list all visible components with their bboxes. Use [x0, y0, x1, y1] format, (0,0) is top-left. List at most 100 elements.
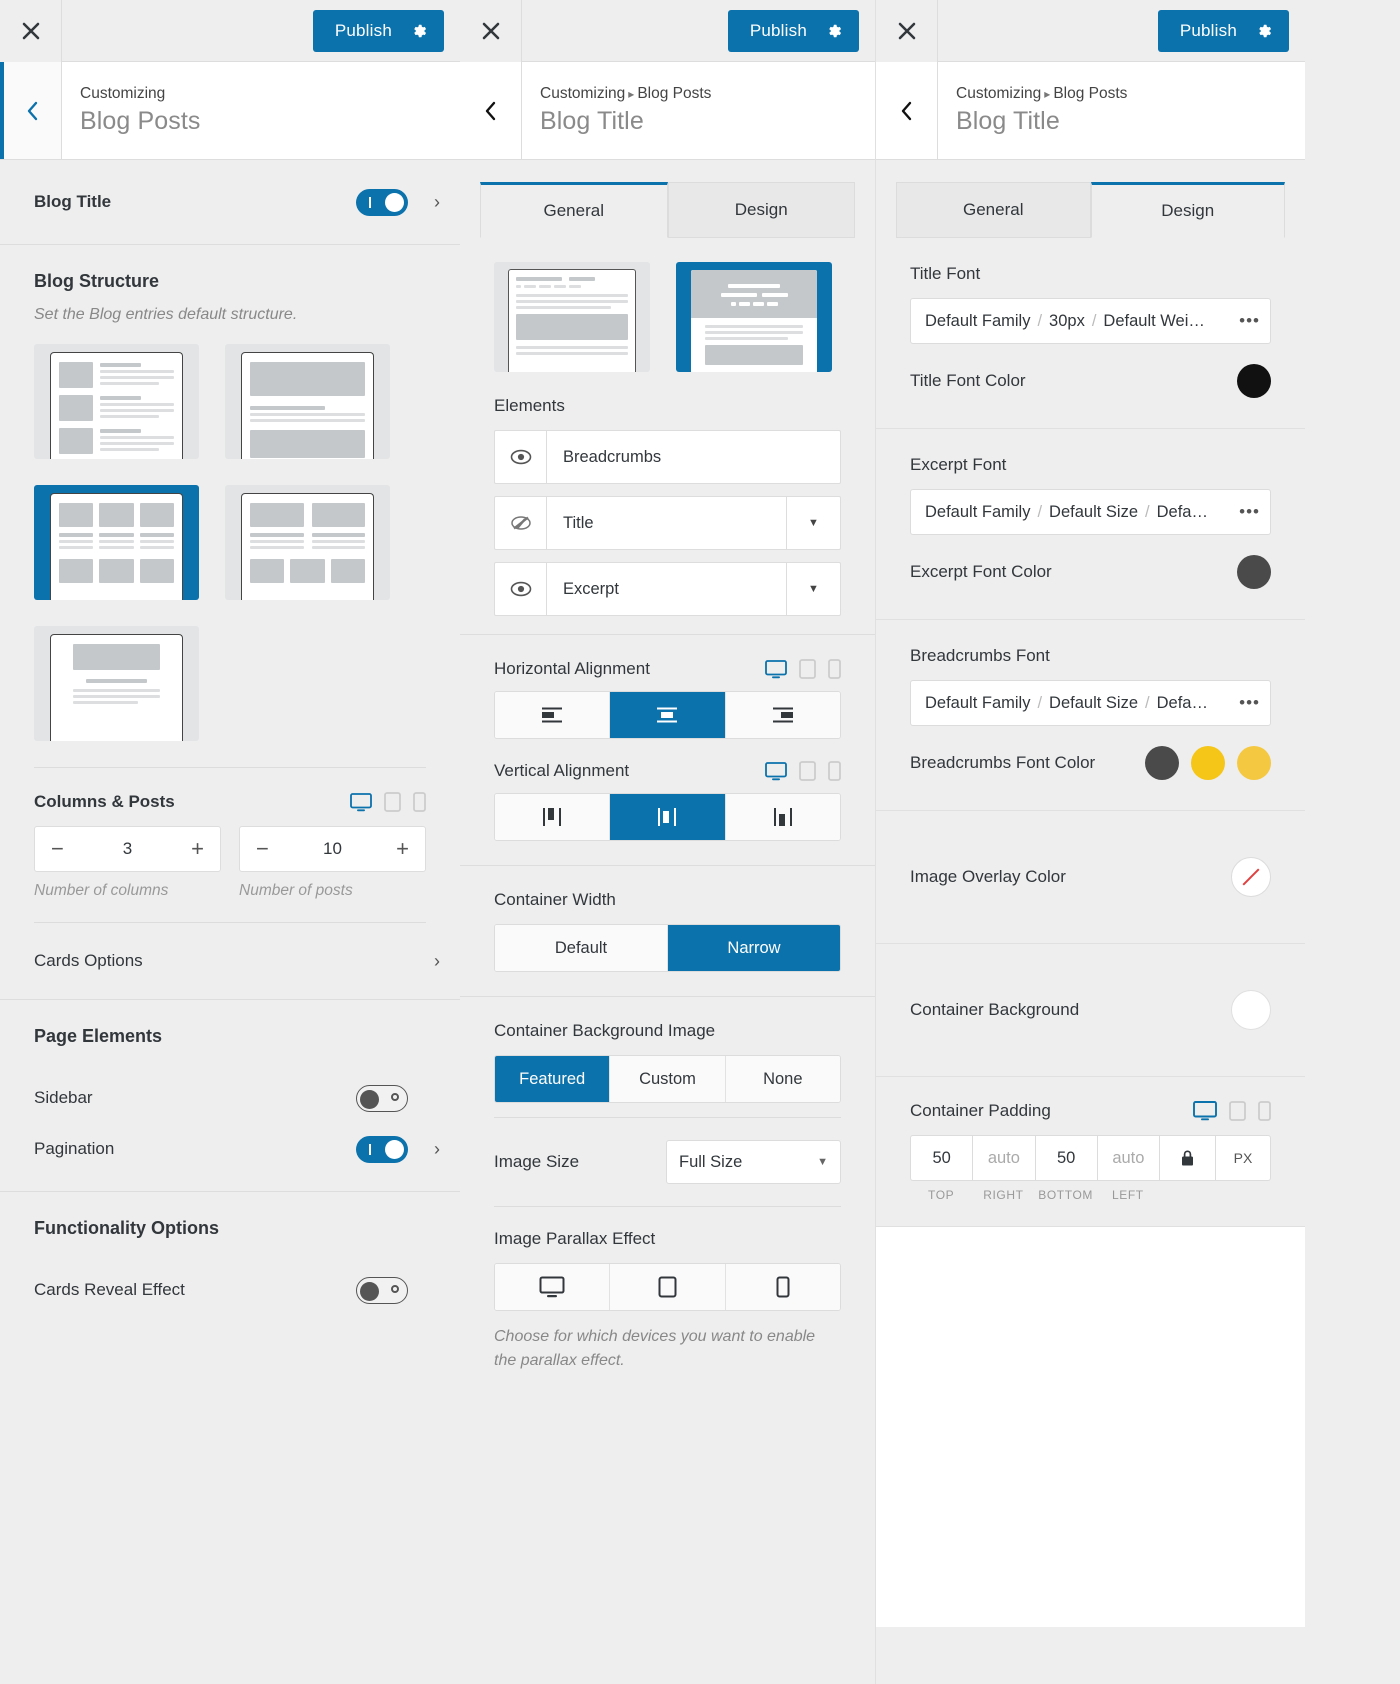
more-options-icon[interactable]: •••: [1233, 502, 1260, 522]
eye-icon[interactable]: [495, 431, 547, 483]
increment-columns-button[interactable]: +: [191, 838, 204, 860]
chevron-down-icon[interactable]: ▼: [786, 563, 840, 615]
element-row-breadcrumbs[interactable]: Breadcrumbs: [494, 430, 841, 484]
parallax-tablet-button[interactable]: [610, 1264, 726, 1310]
tablet-icon[interactable]: [799, 659, 816, 679]
blog-title-toggle[interactable]: [356, 188, 408, 216]
padding-unit-select[interactable]: PX: [1215, 1135, 1271, 1181]
row-cards-reveal-effect[interactable]: Cards Reveal Effect: [0, 1259, 460, 1321]
increment-posts-button[interactable]: +: [396, 838, 409, 860]
cards-reveal-toggle[interactable]: [356, 1276, 408, 1304]
mobile-icon[interactable]: [828, 761, 841, 781]
tab-design[interactable]: Design: [667, 182, 855, 238]
desktop-icon[interactable]: [765, 659, 787, 679]
image-parallax-note: Choose for which devices you want to ena…: [494, 1328, 816, 1369]
breadcrumb-parent[interactable]: Customizing: [956, 85, 1041, 102]
padding-top-input[interactable]: 50: [910, 1135, 973, 1181]
padding-left-input[interactable]: auto: [1096, 1135, 1159, 1181]
gear-icon[interactable]: [821, 22, 859, 40]
desktop-icon[interactable]: [350, 792, 372, 812]
align-center-button[interactable]: [610, 692, 726, 738]
chevron-down-icon[interactable]: ▼: [786, 497, 840, 549]
eye-icon[interactable]: [495, 563, 547, 615]
preset-standard-title[interactable]: [494, 262, 650, 372]
desktop-icon[interactable]: [1193, 1101, 1217, 1121]
gear-icon[interactable]: [406, 22, 444, 40]
valign-middle-button[interactable]: [610, 794, 726, 840]
tab-design[interactable]: Design: [1090, 182, 1285, 238]
align-left-button[interactable]: [495, 692, 611, 738]
breadcrumbs-font-field[interactable]: Default Family / Default Size / Defa… ••…: [910, 680, 1271, 726]
publish-button[interactable]: Publish: [312, 9, 444, 52]
row-pagination[interactable]: Pagination ›: [0, 1129, 460, 1191]
excerpt-font-field[interactable]: Default Family / Default Size / Defa… ••…: [910, 489, 1271, 535]
chevron-right-icon[interactable]: ›: [418, 192, 440, 213]
bg-none-button[interactable]: None: [725, 1056, 840, 1102]
tab-general[interactable]: General: [896, 182, 1091, 238]
row-sidebar[interactable]: Sidebar: [0, 1067, 460, 1129]
tablet-icon[interactable]: [1229, 1101, 1246, 1121]
title-font-field[interactable]: Default Family / 30px / Default Wei… •••: [910, 298, 1271, 344]
back-button[interactable]: [0, 62, 62, 159]
layout-option-two-column-grid[interactable]: [225, 485, 390, 600]
color-swatch[interactable]: [1237, 746, 1271, 780]
sidebar-toggle[interactable]: [356, 1084, 408, 1112]
align-right-button[interactable]: [725, 692, 840, 738]
valign-top-button[interactable]: [495, 794, 611, 840]
chevron-right-icon[interactable]: ›: [418, 1139, 440, 1160]
lock-icon[interactable]: [1159, 1135, 1215, 1181]
back-button[interactable]: [876, 62, 938, 159]
columns-stepper[interactable]: − 3 +: [34, 826, 221, 872]
close-icon[interactable]: [460, 0, 522, 62]
color-swatch[interactable]: [1145, 746, 1179, 780]
publish-button[interactable]: Publish: [1157, 9, 1289, 52]
decrement-posts-button[interactable]: −: [256, 838, 269, 860]
valign-bottom-button[interactable]: [725, 794, 840, 840]
color-swatch[interactable]: [1191, 746, 1225, 780]
mobile-icon[interactable]: [413, 792, 426, 812]
more-options-icon[interactable]: •••: [1233, 693, 1260, 713]
row-cards-options[interactable]: Cards Options ›: [0, 923, 460, 999]
mobile-icon[interactable]: [828, 659, 841, 679]
breadcrumb-current[interactable]: Blog Posts: [1053, 85, 1127, 102]
bg-featured-button[interactable]: Featured: [495, 1056, 611, 1102]
tablet-icon[interactable]: [384, 792, 401, 812]
layout-option-three-column-grid[interactable]: [34, 485, 199, 600]
layout-option-centered-narrow[interactable]: [34, 626, 199, 741]
chevron-right-icon[interactable]: ›: [418, 951, 440, 972]
color-swatch[interactable]: [1237, 555, 1271, 589]
bg-custom-button[interactable]: Custom: [610, 1056, 726, 1102]
close-icon[interactable]: [0, 0, 62, 62]
decrement-columns-button[interactable]: −: [51, 838, 64, 860]
posts-stepper[interactable]: − 10 +: [239, 826, 426, 872]
layout-option-list[interactable]: [34, 344, 199, 459]
pagination-toggle[interactable]: [356, 1135, 408, 1163]
image-size-select[interactable]: Full Size ▼: [666, 1140, 841, 1184]
mobile-icon[interactable]: [1258, 1101, 1271, 1121]
back-button[interactable]: [460, 62, 522, 159]
more-options-icon[interactable]: •••: [1233, 311, 1260, 331]
parallax-mobile-button[interactable]: [725, 1264, 840, 1310]
desktop-icon[interactable]: [765, 761, 787, 781]
breadcrumb-parent[interactable]: Customizing: [540, 85, 625, 102]
color-swatch[interactable]: [1231, 990, 1271, 1030]
gear-icon[interactable]: [1251, 22, 1289, 40]
parallax-desktop-button[interactable]: [495, 1264, 611, 1310]
close-icon[interactable]: [876, 0, 938, 62]
layout-option-single-wide[interactable]: [225, 344, 390, 459]
container-width-default-button[interactable]: Default: [495, 925, 668, 971]
preset-hero-title[interactable]: [676, 262, 832, 372]
eye-off-icon[interactable]: [495, 497, 547, 549]
color-swatch-none[interactable]: [1231, 857, 1271, 897]
container-width-narrow-button[interactable]: Narrow: [668, 925, 840, 971]
color-swatch[interactable]: [1237, 364, 1271, 398]
padding-right-input[interactable]: auto: [972, 1135, 1035, 1181]
padding-bottom-input[interactable]: 50: [1034, 1135, 1097, 1181]
element-row-title[interactable]: Title ▼: [494, 496, 841, 550]
row-blog-title[interactable]: Blog Title ›: [0, 160, 460, 244]
breadcrumb-current[interactable]: Blog Posts: [637, 85, 711, 102]
element-row-excerpt[interactable]: Excerpt ▼: [494, 562, 841, 616]
tab-general[interactable]: General: [480, 182, 668, 238]
tablet-icon[interactable]: [799, 761, 816, 781]
publish-button[interactable]: Publish: [727, 9, 859, 52]
